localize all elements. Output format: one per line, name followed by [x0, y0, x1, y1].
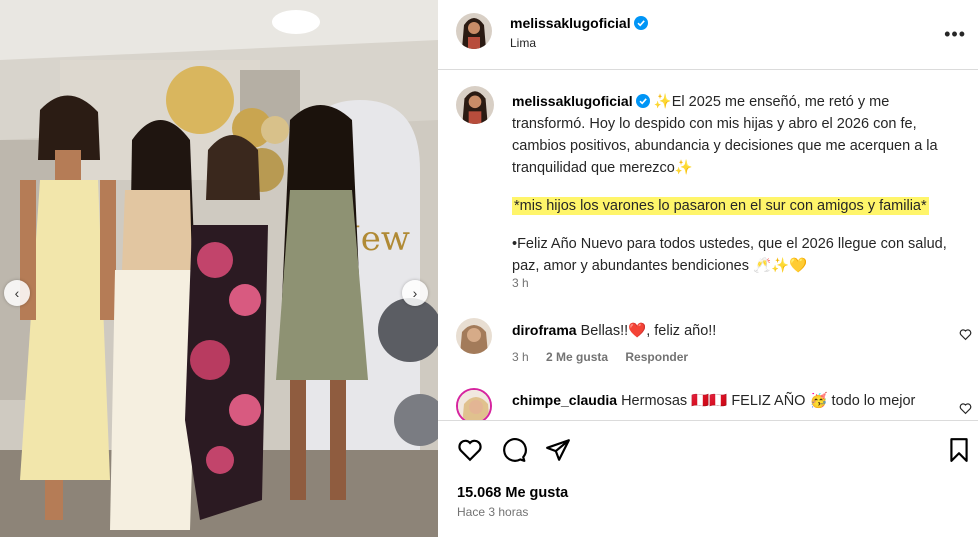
- author-username[interactable]: melissaklugoficial: [510, 15, 648, 31]
- commenter-avatar[interactable]: [456, 318, 492, 354]
- comment-bubble-icon[interactable]: [501, 437, 527, 463]
- post-likes-count[interactable]: 15.068 Me gusta: [457, 485, 568, 501]
- caption-username[interactable]: melissaklugoficial: [512, 93, 633, 109]
- caption-time[interactable]: 3 h: [512, 276, 529, 290]
- post-details-panel: melissaklugoficial Lima ••• melissaklugo…: [438, 0, 978, 537]
- photo-illustration: ʆNew: [0, 0, 438, 537]
- like-heart-icon[interactable]: [457, 437, 483, 463]
- post-timestamp[interactable]: Hace 3 horas: [457, 505, 528, 519]
- caption-text: melissaklugoficial ✨El 2025 me enseñó, m…: [512, 90, 962, 277]
- comment-likes[interactable]: 2 Me gusta: [546, 350, 608, 364]
- verified-badge-icon: [635, 94, 650, 108]
- sparkles-emoji-end: ✨: [674, 160, 693, 176]
- reply-button[interactable]: Responder: [625, 350, 688, 364]
- comment-item: diroframa Bellas!!❤️, feliz año!! 3 h 2 …: [438, 318, 978, 378]
- comment-text: chimpe_claudia Hermosas 🇵🇪🇵🇪 FELIZ AÑO 🥳…: [512, 392, 915, 409]
- caption-author-avatar[interactable]: [456, 86, 494, 124]
- more-options-icon[interactable]: •••: [944, 24, 966, 45]
- next-photo-button[interactable]: ›: [402, 280, 428, 306]
- previous-photo-button[interactable]: ‹: [4, 280, 30, 306]
- post-location[interactable]: Lima: [510, 36, 536, 50]
- post-header: melissaklugoficial Lima •••: [438, 0, 978, 70]
- commenter-username[interactable]: chimpe_claudia: [512, 392, 617, 408]
- like-comment-heart-icon[interactable]: [959, 402, 972, 415]
- comment-body: Hermosas 🇵🇪🇵🇪 FELIZ AÑO 🥳 todo lo mejor: [621, 393, 916, 409]
- comment-text: diroframa Bellas!!❤️, feliz año!!: [512, 322, 716, 339]
- caption-paragraph-2: •Feliz Año Nuevo para todos ustedes, que…: [512, 236, 947, 274]
- verified-badge-icon: [633, 16, 648, 30]
- commenter-avatar[interactable]: [456, 388, 492, 424]
- like-comment-heart-icon[interactable]: [959, 328, 972, 341]
- comment-time[interactable]: 3 h: [512, 350, 529, 364]
- caption-emojis: 🥂✨💛: [753, 258, 808, 274]
- sparkles-emoji: ✨: [653, 94, 672, 110]
- post-actions-bar: 15.068 Me gusta Hace 3 horas: [438, 420, 978, 537]
- commenter-username[interactable]: diroframa: [512, 322, 577, 338]
- comment-meta: 3 h 2 Me gusta Responder: [512, 350, 702, 364]
- share-paper-plane-icon[interactable]: [545, 437, 571, 463]
- caption-highlight: *mis hijos los varones lo pasaron en el …: [512, 197, 929, 215]
- save-bookmark-icon[interactable]: [946, 437, 972, 463]
- post-photo[interactable]: ʆNew ‹ ›: [0, 0, 438, 537]
- comment-body: Bellas!!❤️, feliz año!!: [580, 323, 717, 339]
- author-avatar[interactable]: [456, 13, 492, 49]
